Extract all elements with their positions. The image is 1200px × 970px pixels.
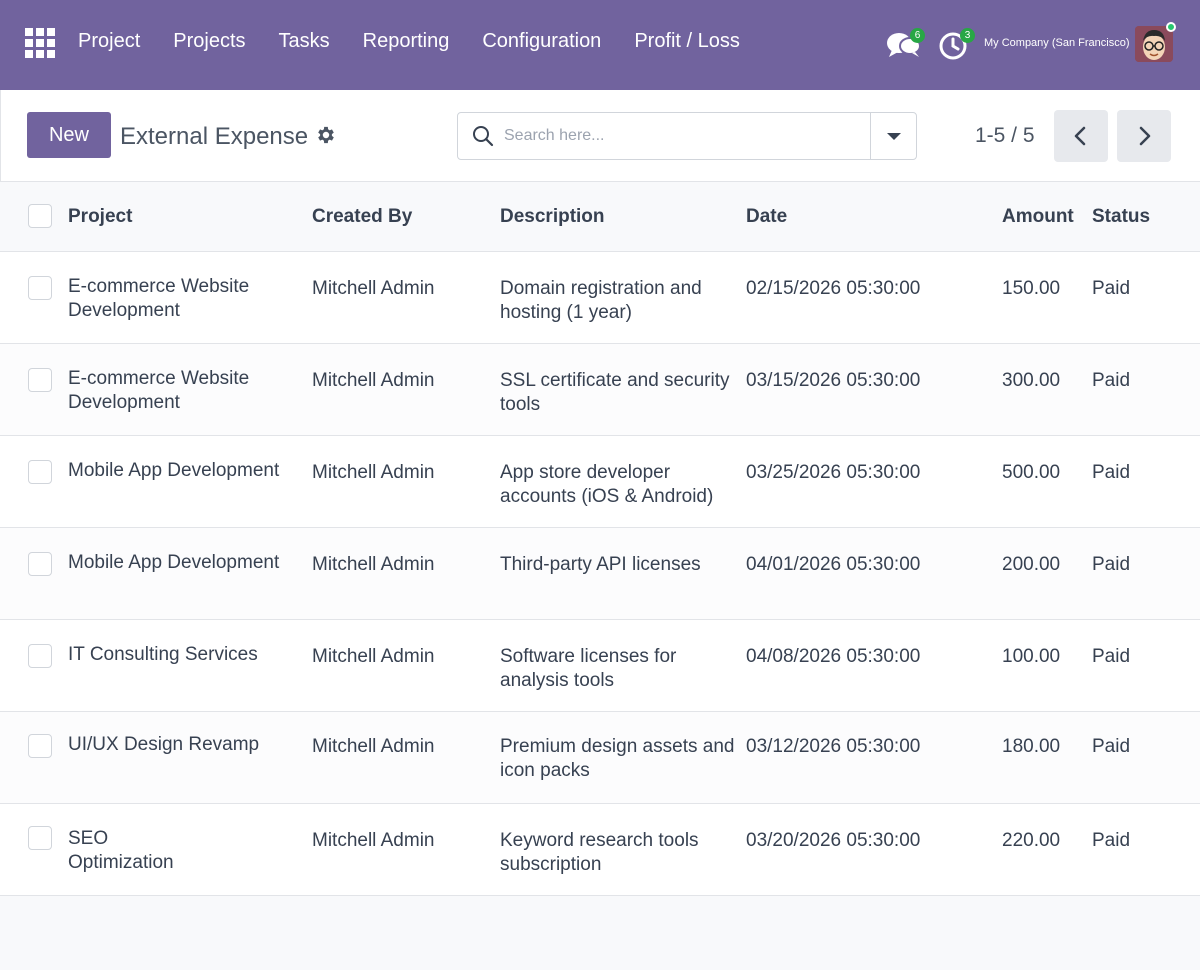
messages-count-badge: 6: [910, 28, 925, 43]
activities-clock-icon[interactable]: 3: [938, 28, 975, 60]
gear-icon[interactable]: [315, 124, 337, 146]
cell-amount: 300.00: [1002, 370, 1061, 391]
table-row[interactable]: UI/UX Design Revamp Mitchell Admin Premi…: [0, 712, 1200, 804]
cell-amount: 220.00: [1002, 830, 1061, 851]
cell-description: Keyword research tools subscription: [500, 830, 699, 875]
cell-amount: 200.00: [1002, 554, 1061, 575]
row-checkbox[interactable]: [28, 368, 52, 392]
cell-status: Paid: [1092, 370, 1131, 391]
pager-previous-button[interactable]: [1054, 110, 1108, 162]
chevron-left-icon: [1074, 126, 1086, 146]
column-header-project[interactable]: Project: [68, 206, 132, 228]
row-checkbox[interactable]: [28, 276, 52, 300]
main-menu: Project Projects Tasks Reporting Configu…: [78, 30, 773, 53]
select-all-checkbox[interactable]: [28, 204, 52, 228]
cell-created-by: Mitchell Admin: [312, 830, 435, 851]
table-row[interactable]: E-commerce Website Development Mitchell …: [0, 252, 1200, 344]
cell-project: UI/UX Design Revamp: [68, 734, 260, 755]
cell-description: SSL certificate and security tools: [500, 370, 730, 415]
chevron-right-icon: [1139, 126, 1151, 146]
cell-created-by: Mitchell Admin: [312, 370, 435, 391]
cell-description: App store developer accounts (iOS & Andr…: [500, 462, 714, 507]
row-checkbox[interactable]: [28, 644, 52, 668]
cell-created-by: Mitchell Admin: [312, 278, 435, 299]
top-navbar: Project Projects Tasks Reporting Configu…: [0, 0, 1200, 90]
cell-date: 03/15/2026 05:30:00: [746, 370, 921, 391]
cell-description: Third-party API licenses: [500, 554, 701, 575]
search-icon: [472, 125, 494, 147]
cell-created-by: Mitchell Admin: [312, 462, 435, 483]
cell-created-by: Mitchell Admin: [312, 646, 435, 667]
cell-status: Paid: [1092, 462, 1131, 483]
cell-date: 03/25/2026 05:30:00: [746, 462, 921, 483]
cell-project: IT Consulting Services: [68, 644, 258, 665]
cell-project: E-commerce Website Development: [68, 368, 250, 413]
app-grid-icon[interactable]: [25, 28, 55, 58]
caret-down-icon: [886, 132, 901, 140]
menu-profit-loss[interactable]: Profit / Loss: [634, 30, 740, 53]
control-panel: New External Expense 1-5 / 5: [0, 90, 1200, 182]
cell-date: 04/08/2026 05:30:00: [746, 646, 921, 667]
cell-amount: 100.00: [1002, 646, 1061, 667]
cell-status: Paid: [1092, 646, 1131, 667]
column-header-date[interactable]: Date: [746, 206, 787, 228]
cell-date: 03/12/2026 05:30:00: [746, 736, 921, 757]
column-header-status[interactable]: Status: [1092, 206, 1150, 228]
column-header-description[interactable]: Description: [500, 206, 605, 228]
column-header-amount[interactable]: Amount: [1002, 206, 1074, 228]
messages-icon[interactable]: 6: [886, 28, 925, 60]
activities-count-badge: 3: [960, 28, 975, 43]
cell-status: Paid: [1092, 278, 1131, 299]
table-row[interactable]: IT Consulting Services Mitchell Admin So…: [0, 620, 1200, 712]
cell-project: SEO Optimization: [68, 828, 174, 873]
cell-description: Domain registration and hosting (1 year): [500, 278, 702, 323]
company-switcher[interactable]: My Company (San Francisco): [984, 37, 1130, 49]
table-row[interactable]: Mobile App Development Mitchell Admin Th…: [0, 528, 1200, 620]
menu-tasks[interactable]: Tasks: [279, 30, 330, 53]
cell-date: 04/01/2026 05:30:00: [746, 554, 921, 575]
expense-list-table: Project Created By Description Date Amou…: [0, 182, 1200, 896]
cell-status: Paid: [1092, 830, 1131, 851]
pager-next-button[interactable]: [1117, 110, 1171, 162]
row-checkbox[interactable]: [28, 734, 52, 758]
table-row[interactable]: E-commerce Website Development Mitchell …: [0, 344, 1200, 436]
cell-status: Paid: [1092, 736, 1131, 757]
cell-description: Premium design assets and icon packs: [500, 736, 735, 781]
cell-description: Software licenses for analysis tools: [500, 646, 677, 691]
user-avatar[interactable]: [1135, 26, 1173, 62]
pager-value[interactable]: 1-5 / 5: [975, 124, 1035, 148]
table-row[interactable]: Mobile App Development Mitchell Admin Ap…: [0, 436, 1200, 528]
cell-date: 02/15/2026 05:30:00: [746, 278, 921, 299]
cell-project: E-commerce Website Development: [68, 276, 250, 321]
search-bar: [457, 112, 917, 160]
cell-amount: 150.00: [1002, 278, 1061, 299]
menu-configuration[interactable]: Configuration: [482, 30, 601, 53]
row-checkbox[interactable]: [28, 552, 52, 576]
new-button[interactable]: New: [27, 112, 111, 158]
cell-created-by: Mitchell Admin: [312, 736, 435, 757]
menu-reporting[interactable]: Reporting: [363, 30, 450, 53]
column-header-created-by[interactable]: Created By: [312, 206, 412, 228]
menu-brand-project[interactable]: Project: [78, 30, 140, 53]
cell-date: 03/20/2026 05:30:00: [746, 830, 921, 851]
cell-amount: 500.00: [1002, 462, 1061, 483]
table-header: Project Created By Description Date Amou…: [0, 182, 1200, 252]
row-checkbox[interactable]: [28, 826, 52, 850]
table-row[interactable]: SEO Optimization Mitchell Admin Keyword …: [0, 804, 1200, 896]
row-checkbox[interactable]: [28, 460, 52, 484]
cell-project: Mobile App Development: [68, 460, 280, 481]
cell-created-by: Mitchell Admin: [312, 554, 435, 575]
cell-amount: 180.00: [1002, 736, 1061, 757]
online-status-indicator: [1166, 22, 1176, 32]
cell-project: Mobile App Development: [68, 552, 280, 573]
search-input[interactable]: [504, 121, 864, 151]
menu-projects[interactable]: Projects: [173, 30, 245, 53]
cell-status: Paid: [1092, 554, 1131, 575]
page-title: External Expense: [120, 123, 309, 150]
search-options-toggle[interactable]: [870, 113, 916, 159]
